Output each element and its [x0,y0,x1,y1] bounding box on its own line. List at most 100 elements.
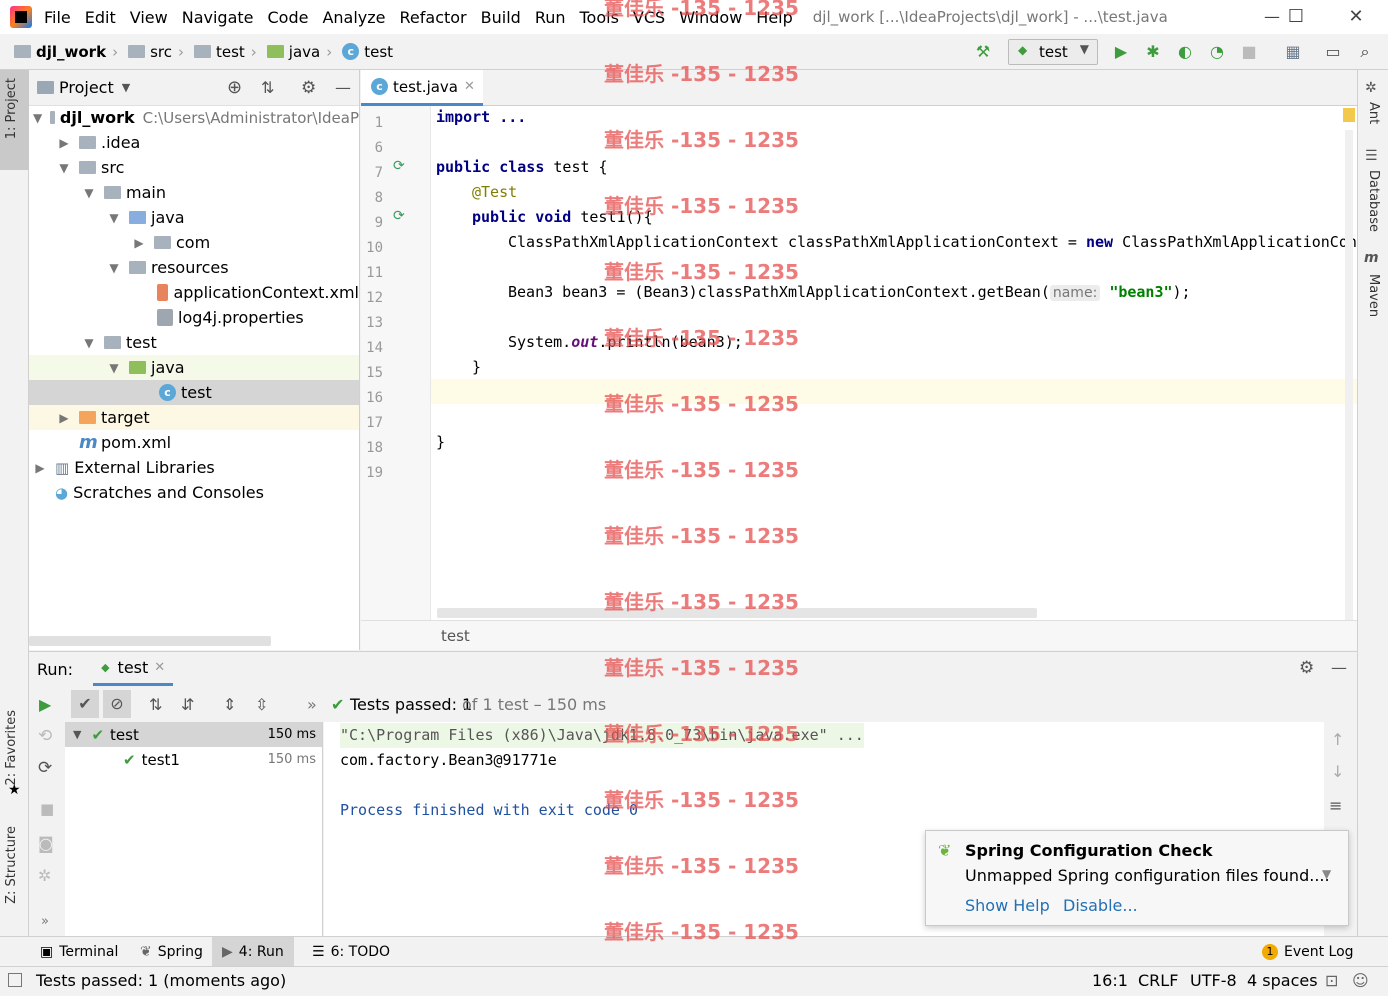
editor-footer-label[interactable]: test [441,627,470,645]
event-log-tool-tab[interactable]: 1 Event Log [1262,937,1354,967]
database-tool-tab[interactable]: Database [1366,170,1381,232]
tree-item-idea[interactable]: ▶ .idea [29,130,359,155]
analysis-warning-icon[interactable] [1343,108,1355,122]
profile-icon[interactable]: ◔ [1206,41,1228,63]
tree-item-test-class[interactable]: c test [29,380,359,405]
terminal-tool-tab[interactable]: ▣ Terminal [40,937,118,967]
tree-item-target[interactable]: ▶ target [29,405,359,430]
menu-view[interactable]: View [130,8,168,27]
breadcrumb-item-src[interactable]: src › [128,43,190,61]
project-structure-icon[interactable]: ▦ [1282,41,1304,63]
todo-tool-tab[interactable]: ☰ 6: TODO [312,937,390,967]
run-tab-test[interactable]: ◆ test ✕ [93,652,174,686]
project-tool-tab[interactable]: 1: Project [0,70,29,170]
tree-item-src[interactable]: ▼ src [29,155,359,180]
rerun-failed-icon[interactable]: ⟲ [38,726,52,746]
breadcrumb-item-java[interactable]: java › [266,43,338,61]
tree-item-scratches[interactable]: ◕ Scratches and Consoles [29,480,359,505]
status-message[interactable]: Tests passed: 1 (moments ago) [36,967,286,995]
toggle-tool-windows-icon[interactable] [8,973,22,987]
menu-vcs[interactable]: VCS [633,8,665,27]
menu-navigate[interactable]: Navigate [182,8,254,27]
caret-position[interactable]: 16:1 [1092,967,1128,995]
test-tree-row-suite[interactable]: ▼ ✔ test 150 ms [65,722,322,747]
more-icon[interactable]: » [41,914,49,929]
run-tool-tab[interactable]: ▶ 4: Run [212,937,294,967]
horizontal-scrollbar[interactable] [29,636,271,646]
soft-wrap-icon[interactable]: ≡ [1329,796,1342,815]
coverage-icon[interactable]: ◐ [1174,41,1196,63]
project-panel-title[interactable]: Project [59,78,114,97]
expand-all-icon[interactable]: ⇕ [223,695,236,714]
editor-horizontal-scrollbar[interactable] [437,608,1037,618]
menu-analyze[interactable]: Analyze [322,8,385,27]
presentation-icon[interactable]: ▭ [1322,41,1344,63]
file-encoding[interactable]: UTF-8 [1190,967,1237,995]
settings-icon[interactable]: ✲ [38,866,51,885]
chevron-down-icon[interactable]: ▼ [1322,867,1331,881]
run-icon[interactable]: ▶ [1110,41,1132,63]
menu-run[interactable]: Run [535,8,566,27]
menu-code[interactable]: Code [268,8,309,27]
code-line-14[interactable]: System.out.println(bean3); [508,330,743,355]
menu-tools[interactable]: Tools [580,8,619,27]
code-line-18[interactable]: } [436,430,445,455]
tree-item-com[interactable]: ▶ com [29,230,359,255]
code-line-15[interactable]: } [472,355,481,380]
collapse-all-icon[interactable]: ⇅ [261,78,274,97]
favorites-tool-tab[interactable]: 2: Favorites [4,710,19,786]
breadcrumb-item-class[interactable]: c test [342,43,393,61]
show-help-link[interactable]: Show Help [965,896,1050,915]
code-line-1[interactable]: import ... [436,105,526,130]
menu-refactor[interactable]: Refactor [400,8,467,27]
inspector-icon[interactable]: ☺ [1352,967,1369,995]
run-configuration-select[interactable]: ◆ test ▼ [1008,39,1098,65]
run-test-gutter-icon[interactable]: ⟳ [393,208,409,224]
test-tree-row-test1[interactable]: ✔ test1 150 ms [65,747,322,772]
ant-tool-tab[interactable]: Ant [1366,102,1381,124]
line-separator[interactable]: CRLF [1138,967,1178,995]
tree-item-applicationcontext-xml[interactable]: applicationContext.xml [29,280,359,305]
show-passed-toggle[interactable]: ✔ [71,690,99,718]
maven-tool-tab[interactable]: Maven [1366,274,1381,317]
code-line-10[interactable]: ClassPathXmlApplicationContext classPath… [508,230,1357,255]
sort-duration-icon[interactable]: ⇵ [181,695,194,714]
stop-icon[interactable]: ■ [40,800,54,818]
indent-setting[interactable]: 4 spaces [1247,967,1318,995]
spring-tool-tab[interactable]: ❦ Spring [140,937,203,967]
scroll-down-icon[interactable]: ↓ [1331,762,1344,781]
locate-file-icon[interactable]: ⊕ [227,77,242,98]
show-ignored-toggle[interactable]: ⊘ [103,690,131,718]
lock-icon[interactable]: ⊡ [1325,967,1338,995]
gear-icon[interactable]: ⚙ [301,78,316,98]
chevron-down-icon[interactable]: ▼ [122,81,130,94]
collapse-all-icon[interactable]: ⇳ [255,695,268,714]
menu-file[interactable]: File [44,8,71,27]
rerun-icon[interactable]: ▶ [39,695,51,714]
code-line-7[interactable]: public class test { [436,155,608,180]
breadcrumb-item-project[interactable]: djl_work › [14,43,124,61]
scroll-up-icon[interactable]: ↑ [1331,730,1344,749]
gear-icon[interactable]: ⚙ [1299,658,1314,678]
search-icon[interactable]: ⌕ [1354,41,1376,63]
menu-edit[interactable]: Edit [85,8,116,27]
disable-link[interactable]: Disable... [1063,896,1138,915]
close-icon[interactable]: ✕ [1336,4,1376,30]
more-icon[interactable]: » [307,695,317,714]
tree-item-main-java[interactable]: ▼ java [29,205,359,230]
code-line-8[interactable]: @Test [472,180,517,205]
code-line-9[interactable]: public void test1(){ [472,205,653,230]
tree-item-project-root[interactable]: ▼ djl_work C:\Users\Administrator\IdeaP [29,105,359,130]
menu-build[interactable]: Build [481,8,521,27]
tree-item-main[interactable]: ▼ main [29,180,359,205]
menu-window[interactable]: Window [679,8,742,27]
code-line-12[interactable]: Bean3 bean3 = (Bean3)classPathXmlApplica… [508,280,1191,305]
debug-icon[interactable]: ✱ [1142,41,1164,63]
menu-help[interactable]: Help [756,8,792,27]
editor-vertical-scrollbar[interactable] [1345,130,1353,620]
hide-panel-icon[interactable]: — [335,78,351,97]
tree-item-pom-xml[interactable]: m pom.xml [29,430,359,455]
tree-item-external-libraries[interactable]: ▶ ▥ External Libraries [29,455,359,480]
build-hammer-icon[interactable]: ⚒ [972,41,994,63]
tree-item-resources[interactable]: ▼ resources [29,255,359,280]
